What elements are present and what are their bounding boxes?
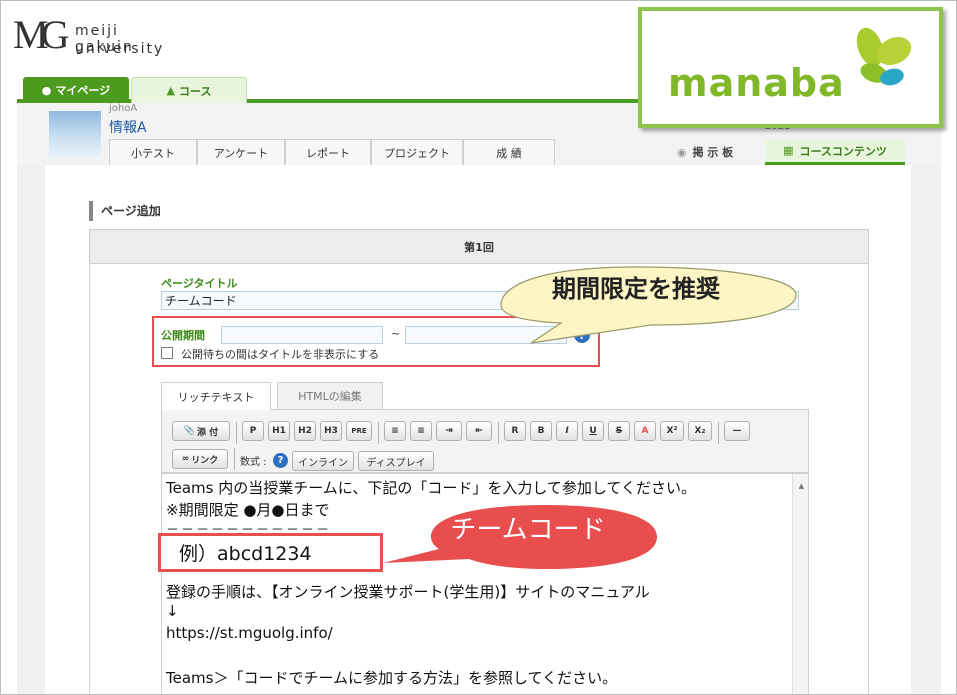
hide-title-label: 公開待ちの間はタイトルを非表示にする xyxy=(181,348,380,361)
recommend-callout-text: 期間限定を推奨 xyxy=(552,275,720,303)
tab-board-label: 掲 示 板 xyxy=(692,146,734,159)
tab-course-label: コース xyxy=(179,84,212,98)
h2-button[interactable]: H2 xyxy=(294,421,316,441)
editor-line: https://st.mguolg.info/ xyxy=(166,624,333,642)
team-code-example: 例）abcd1234 xyxy=(158,533,383,572)
h3-button[interactable]: H3 xyxy=(320,421,342,441)
course-tab-grades[interactable]: 成 績 xyxy=(463,139,555,165)
page-title-label: ページタイトル xyxy=(161,277,238,290)
toolbar-divider xyxy=(718,422,719,444)
attach-label: 添 付 xyxy=(197,427,219,438)
university-name-line2: university xyxy=(75,41,165,57)
user-icon: ● xyxy=(41,83,52,97)
toolbar-divider xyxy=(234,448,235,470)
editor-scrollbar[interactable]: ▲ xyxy=(792,474,808,694)
tab-rich-text[interactable]: リッチテキスト xyxy=(161,382,271,410)
period-start-input[interactable] xyxy=(221,326,383,344)
course-code: johoA xyxy=(109,103,138,114)
butterfly-icon xyxy=(856,27,912,86)
outdent-icon[interactable]: ⇤ xyxy=(466,421,492,441)
team-code-callout: チームコード xyxy=(381,497,661,577)
page-heading: ページ追加 xyxy=(89,201,161,221)
scroll-up-icon[interactable]: ▲ xyxy=(799,482,804,490)
university-logo[interactable]: MG meiji gakuin university xyxy=(13,13,183,61)
course-name[interactable]: 情報A xyxy=(109,117,147,137)
hide-title-checkbox[interactable] xyxy=(161,347,173,359)
team-code-callout-text: チームコード xyxy=(450,515,606,545)
italic-button[interactable]: I xyxy=(556,421,578,441)
editor-line: 登録の手順は、【オンライン授業サポート(学生用)】サイトのマニュアル xyxy=(166,583,650,601)
underline-button[interactable]: U xyxy=(582,421,604,441)
tab-board[interactable]: ◉ 掲 示 板 xyxy=(645,139,765,165)
editor-line: Teams＞「コードでチームに参加する方法」を参照してください。 xyxy=(166,669,618,687)
course-tab-project[interactable]: プロジェクト xyxy=(371,139,463,165)
unordered-list-icon[interactable]: ≡ xyxy=(410,421,432,441)
r-button[interactable]: R xyxy=(504,421,526,441)
bold-button[interactable]: B xyxy=(530,421,552,441)
superscript-button[interactable]: X² xyxy=(660,421,684,441)
formula-label: 数式 : xyxy=(240,457,267,468)
course-icon: ▲ xyxy=(166,84,175,97)
link-icon: ∞ xyxy=(181,454,190,464)
paragraph-button[interactable]: P xyxy=(242,421,264,441)
book-icon: ▦ xyxy=(783,144,794,157)
link-button[interactable]: ∞ リンク xyxy=(172,449,228,469)
link-label: リンク xyxy=(191,455,219,466)
tab-mypage-label: マイページ xyxy=(55,84,111,97)
screenshot-frame: MG meiji gakuin university ● マイページ ▲ コース… xyxy=(0,0,957,695)
formula-help-icon[interactable]: ? xyxy=(273,453,288,468)
editor-toolbar: 📎 添 付 P H1 H2 H3 PRE ≡ ≡ ⇥ ⇤ R B I U S A… xyxy=(161,409,809,473)
display-formula-button[interactable]: ディスプレイ xyxy=(358,451,434,471)
font-color-button[interactable]: A xyxy=(634,421,656,441)
indent-icon[interactable]: ⇥ xyxy=(436,421,462,441)
recommend-callout: 期間限定を推奨 xyxy=(471,257,801,347)
editor-line: Teams 内の当授業チームに、下記の「コード」を入力して参加してください。 xyxy=(166,479,696,497)
university-mark: MG xyxy=(13,12,70,57)
tab-course[interactable]: ▲ コース xyxy=(131,77,247,103)
publish-period-label: 公開期間 xyxy=(161,329,205,342)
course-tab-quiz[interactable]: 小テスト xyxy=(109,139,197,165)
tab-course-contents-label: コースコンテンツ xyxy=(799,144,887,158)
paperclip-icon: 📎 xyxy=(183,426,196,436)
strike-button[interactable]: S xyxy=(608,421,630,441)
attach-button[interactable]: 📎 添 付 xyxy=(172,421,230,441)
h1-button[interactable]: H1 xyxy=(268,421,290,441)
ordered-list-icon[interactable]: ≡ xyxy=(384,421,406,441)
tab-html-edit[interactable]: HTMLの編集 xyxy=(277,382,383,409)
speech-bubble-icon: ◉ xyxy=(676,145,687,159)
manaba-wordmark: manaba xyxy=(668,61,845,105)
editor-line: ※期間限定 ●月●日まで xyxy=(166,501,330,519)
period-separator: ~ xyxy=(391,327,401,340)
toolbar-divider xyxy=(236,422,237,444)
toolbar-divider xyxy=(378,422,379,444)
course-tab-report[interactable]: レポート xyxy=(285,139,371,165)
editor-line: ↓ xyxy=(166,602,179,620)
toolbar-divider xyxy=(498,422,499,444)
tab-course-contents[interactable]: ▦ コースコンテンツ xyxy=(765,139,905,165)
tab-mypage[interactable]: ● マイページ xyxy=(23,77,129,103)
subscript-button[interactable]: X₂ xyxy=(688,421,712,441)
pre-button[interactable]: PRE xyxy=(346,421,372,441)
course-tab-survey[interactable]: アンケート xyxy=(197,139,285,165)
inline-formula-button[interactable]: インライン xyxy=(292,451,354,471)
manaba-logo: manaba xyxy=(638,7,943,128)
horizontal-rule-button[interactable]: — xyxy=(724,421,750,441)
course-thumbnail xyxy=(49,111,101,159)
